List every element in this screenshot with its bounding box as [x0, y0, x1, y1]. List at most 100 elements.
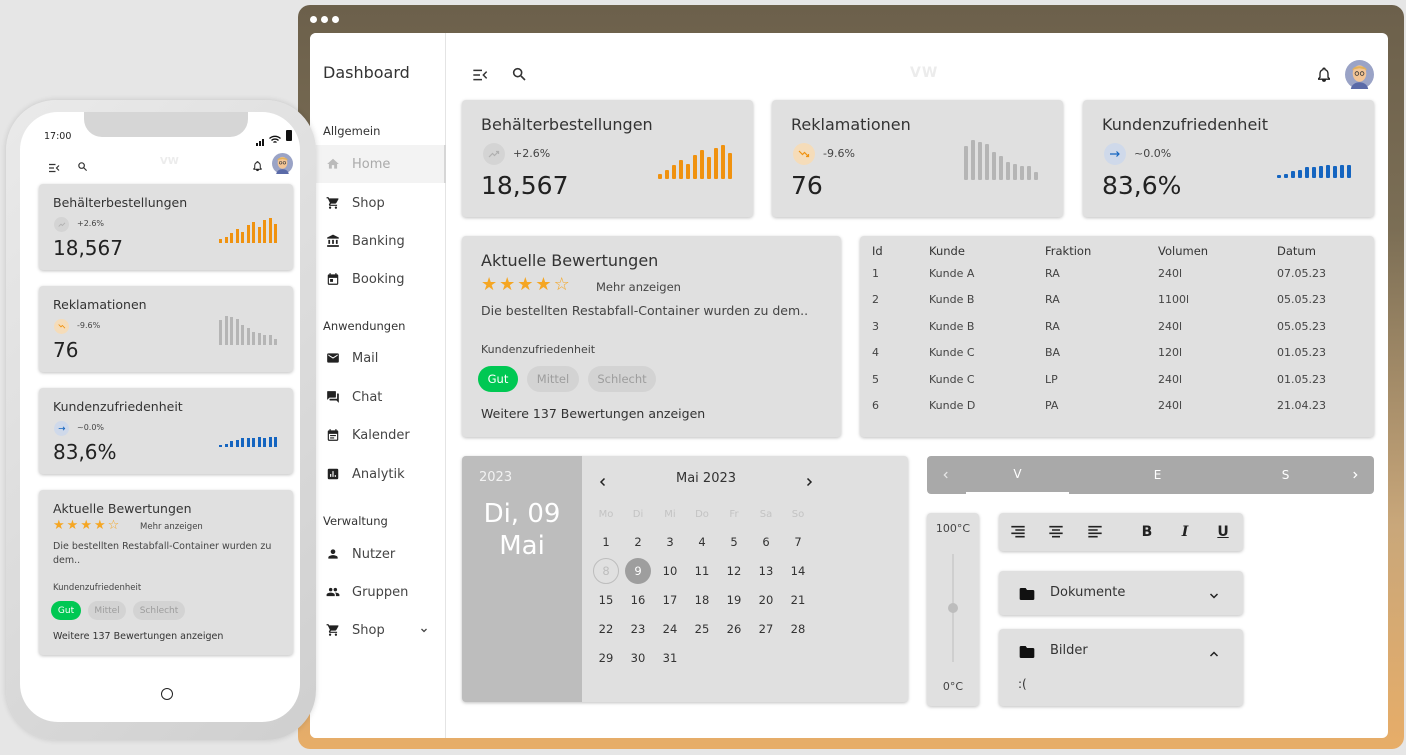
- sidebar-item-nutzer[interactable]: Nutzer: [310, 535, 446, 573]
- italic-icon[interactable]: I: [1175, 522, 1195, 542]
- star-icon[interactable]: ★: [53, 519, 65, 532]
- align-right-icon[interactable]: [1008, 522, 1028, 542]
- accordion-bilder[interactable]: Bilder :(: [999, 629, 1243, 706]
- chevron-up-icon[interactable]: [1208, 645, 1220, 664]
- table-row[interactable]: 4 Kunde C BA 120l 01.05.23: [872, 340, 1367, 367]
- sidebar-item-kalender[interactable]: Kalender: [310, 416, 446, 454]
- menu-collapse-icon[interactable]: [48, 158, 60, 177]
- col-header-volumen[interactable]: Volumen: [1158, 242, 1277, 260]
- calendar-day[interactable]: 20: [750, 585, 782, 614]
- calendar-day[interactable]: 14: [782, 556, 814, 585]
- chip-schlecht[interactable]: Schlecht: [133, 601, 185, 620]
- star-icon[interactable]: ★: [481, 276, 497, 294]
- home-indicator[interactable]: [161, 688, 173, 700]
- calendar-day[interactable]: 28: [782, 614, 814, 643]
- star-icon[interactable]: ★: [499, 276, 515, 294]
- calendar-day[interactable]: 5: [718, 527, 750, 556]
- sidebar-item-mail[interactable]: Mail: [310, 339, 446, 377]
- table-row[interactable]: 5 Kunde C LP 240l 01.05.23: [872, 366, 1367, 393]
- col-header-kunde[interactable]: Kunde: [929, 242, 1045, 260]
- more-link[interactable]: Mehr anzeigen: [596, 280, 681, 294]
- calendar-day[interactable]: 18: [686, 585, 718, 614]
- star-icon[interactable]: ★: [517, 276, 533, 294]
- accordion-dokumente[interactable]: Dokumente: [999, 571, 1243, 615]
- star-icon[interactable]: ★: [94, 519, 106, 532]
- calendar-day[interactable]: 1: [590, 527, 622, 556]
- search-icon[interactable]: [511, 66, 527, 86]
- bold-icon[interactable]: B: [1137, 522, 1157, 542]
- bell-icon[interactable]: [252, 157, 263, 176]
- star-outline-icon[interactable]: ☆: [108, 519, 120, 532]
- search-icon[interactable]: [77, 157, 88, 176]
- star-icon[interactable]: ★: [535, 276, 551, 294]
- chip-mittel[interactable]: Mittel: [527, 366, 579, 392]
- tab-s[interactable]: S: [1234, 456, 1337, 494]
- sidebar-item-booking[interactable]: Booking: [310, 260, 446, 298]
- calendar-day[interactable]: 13: [750, 556, 782, 585]
- star-outline-icon[interactable]: ☆: [554, 276, 570, 294]
- calendar-day[interactable]: 24: [654, 614, 686, 643]
- calendar-day[interactable]: 29: [590, 643, 622, 672]
- calendar-day[interactable]: 19: [718, 585, 750, 614]
- tab-v[interactable]: V: [966, 456, 1069, 494]
- table-row[interactable]: 3 Kunde B RA 240l 05.05.23: [872, 313, 1367, 340]
- calendar-day[interactable]: 30: [622, 643, 654, 672]
- sidebar-item-analytik[interactable]: Analytik: [310, 455, 446, 493]
- calendar-day[interactable]: 23: [622, 614, 654, 643]
- chevron-left-icon[interactable]: [941, 469, 951, 484]
- calendar-day[interactable]: 2: [622, 527, 654, 556]
- chevron-right-icon[interactable]: [803, 473, 815, 492]
- table-row[interactable]: 2 Kunde B RA 1100l 05.05.23: [872, 287, 1367, 314]
- chip-schlecht[interactable]: Schlecht: [588, 366, 656, 392]
- menu-collapse-icon[interactable]: [472, 67, 488, 86]
- col-header-id[interactable]: Id: [872, 242, 929, 260]
- rating-stars[interactable]: ★ ★ ★ ★ ☆: [53, 519, 119, 532]
- chevron-left-icon[interactable]: [597, 473, 609, 492]
- tab-e[interactable]: E: [1106, 456, 1209, 494]
- calendar-day[interactable]: 8: [590, 556, 622, 585]
- calendar-day[interactable]: 7: [782, 527, 814, 556]
- sidebar-item-home[interactable]: Home: [310, 145, 446, 183]
- calendar-day[interactable]: 26: [718, 614, 750, 643]
- table-row[interactable]: 1 Kunde A RA 240l 07.05.23: [872, 260, 1367, 287]
- calendar-day[interactable]: 4: [686, 527, 718, 556]
- sidebar-item-chat[interactable]: Chat: [310, 378, 446, 416]
- sidebar-item-shop[interactable]: Shop: [310, 184, 446, 222]
- more-reviews-link[interactable]: Weitere 137 Bewertungen anzeigen: [481, 406, 705, 421]
- calendar-day[interactable]: 25: [686, 614, 718, 643]
- calendar-day[interactable]: 22: [590, 614, 622, 643]
- calendar-day[interactable]: 9: [622, 556, 654, 585]
- calendar-day[interactable]: 16: [622, 585, 654, 614]
- star-icon[interactable]: ★: [80, 519, 92, 532]
- chip-gut[interactable]: Gut: [51, 601, 81, 620]
- calendar-day[interactable]: 6: [750, 527, 782, 556]
- selected-year[interactable]: 2023: [479, 470, 512, 485]
- sidebar-item-gruppen[interactable]: Gruppen: [310, 573, 446, 611]
- chevron-down-icon[interactable]: [1208, 587, 1220, 606]
- calendar-day[interactable]: 10: [654, 556, 686, 585]
- calendar-day[interactable]: 21: [782, 585, 814, 614]
- bell-icon[interactable]: [1316, 66, 1332, 87]
- month-label[interactable]: Mai 2023: [676, 471, 736, 486]
- calendar-day[interactable]: 15: [590, 585, 622, 614]
- col-header-datum[interactable]: Datum: [1277, 242, 1367, 260]
- calendar-day[interactable]: 11: [686, 556, 718, 585]
- col-header-fraktion[interactable]: Fraktion: [1045, 242, 1158, 260]
- rating-stars[interactable]: ★ ★ ★ ★ ☆: [481, 276, 570, 294]
- sidebar-item-banking[interactable]: Banking: [310, 222, 446, 260]
- star-icon[interactable]: ★: [67, 519, 79, 532]
- more-link[interactable]: Mehr anzeigen: [140, 522, 203, 532]
- chip-gut[interactable]: Gut: [478, 366, 518, 392]
- avatar[interactable]: [272, 153, 293, 178]
- underline-icon[interactable]: U: [1213, 522, 1233, 542]
- sidebar-item-shop-admin[interactable]: Shop: [310, 611, 446, 649]
- align-center-icon[interactable]: [1046, 522, 1066, 542]
- calendar-day[interactable]: 17: [654, 585, 686, 614]
- chip-mittel[interactable]: Mittel: [88, 601, 126, 620]
- calendar-day[interactable]: 27: [750, 614, 782, 643]
- align-left-icon[interactable]: [1085, 522, 1105, 542]
- calendar-day[interactable]: 3: [654, 527, 686, 556]
- calendar-day[interactable]: 31: [654, 643, 686, 672]
- more-reviews-link[interactable]: Weitere 137 Bewertungen anzeigen: [53, 631, 223, 642]
- calendar-day[interactable]: 12: [718, 556, 750, 585]
